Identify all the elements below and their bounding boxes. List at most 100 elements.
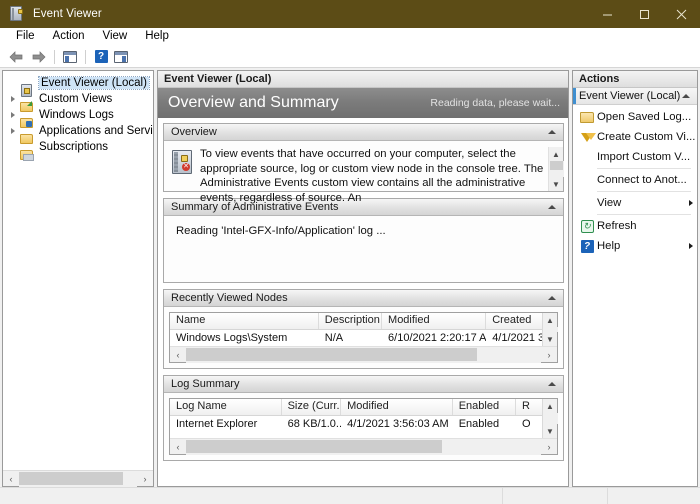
minimize-button[interactable] [589,0,626,28]
scroll-track[interactable] [542,413,558,424]
column-header-retention[interactable]: R [516,399,542,415]
action-import-custom-view[interactable]: Import Custom V... [573,147,697,167]
scroll-thumb[interactable] [549,161,563,170]
action-label: Connect to Anot... [597,174,687,186]
collapse-chevron-icon[interactable] [548,296,556,300]
collapse-chevron-icon[interactable] [548,130,556,134]
menu-bar: File Action View Help [0,28,700,46]
scroll-down-arrow-icon[interactable]: ▼ [549,177,564,191]
help-icon[interactable]: ? [91,48,111,66]
scroll-left-arrow-icon[interactable]: ‹ [170,347,186,363]
collapse-chevron-icon[interactable] [682,94,690,98]
section-body: Log Name Size (Curr... Modified Enabled … [164,393,563,460]
main-body: Event Viewer (Local) Custom Views Window… [0,68,700,487]
action-connect-to-another-computer[interactable]: Connect to Anot... [573,170,697,190]
scroll-track[interactable] [548,161,564,177]
scroll-down-arrow-icon[interactable]: ▼ [543,424,558,438]
cell-log-name [170,432,282,438]
section-header[interactable]: Overview [164,124,563,141]
action-view[interactable]: View [573,193,697,213]
scroll-track[interactable] [186,438,541,455]
show-hide-action-pane-icon[interactable] [111,48,131,66]
status-bar [0,487,700,504]
close-button[interactable] [663,0,700,28]
scroll-thumb[interactable] [19,471,123,485]
collapse-chevron-icon[interactable] [548,382,556,386]
section-header[interactable]: Recently Viewed Nodes [164,290,563,307]
event-viewer-window: Event Viewer File Action View Help ? Eve… [0,0,700,504]
table-header-row: Name Description Modified Created [170,313,542,330]
column-header-name[interactable]: Name [170,313,319,329]
scroll-right-arrow-icon[interactable]: › [541,439,557,455]
menu-help[interactable]: Help [136,29,178,44]
tree-item-event-viewer-local[interactable]: Event Viewer (Local) [3,75,153,97]
column-header-modified[interactable]: Modified [341,399,453,415]
action-label: Help [597,240,621,252]
table-row-partial[interactable] [170,432,542,438]
tree-item-label: Subscriptions [39,141,109,153]
actions-group-header[interactable]: Event Viewer (Local) [573,88,697,105]
action-open-saved-log[interactable]: Open Saved Log... [573,107,697,127]
actions-list: Open Saved Log... Create Custom Vi... Im… [573,105,697,256]
maximize-button[interactable] [626,0,663,28]
status-bar-segment-2 [502,488,607,504]
scroll-up-arrow-icon[interactable]: ▲ [543,313,558,327]
menu-view[interactable]: View [94,29,137,44]
help-icon: ? [577,239,597,253]
table-vertical-scrollbar[interactable]: ▲ ▼ [542,313,558,346]
section-header[interactable]: Log Summary [164,376,563,393]
tree-expander-icon[interactable] [7,128,19,134]
scroll-up-arrow-icon[interactable]: ▲ [543,399,558,413]
collapse-chevron-icon[interactable] [548,205,556,209]
tree-expander-icon[interactable] [7,96,19,102]
table-row[interactable]: Internet Explorer 68 KB/1.0... 4/1/2021 … [170,416,542,432]
cell-name: Windows Logs\System [176,332,288,344]
action-label: Create Custom Vi... [597,131,696,143]
show-hide-console-tree-icon[interactable] [60,48,80,66]
column-header-size[interactable]: Size (Curr... [282,399,342,415]
menu-file[interactable]: File [7,29,44,44]
tree-horizontal-scrollbar[interactable]: ‹ › [3,470,153,487]
section-recently-viewed-nodes: Recently Viewed Nodes Name Description M… [163,289,564,369]
scroll-up-arrow-icon[interactable]: ▲ [549,147,564,161]
forward-arrow-icon[interactable] [27,48,49,66]
submenu-arrow-icon[interactable] [685,243,697,249]
scroll-track[interactable] [19,470,137,487]
scroll-track[interactable] [186,346,541,363]
table-vertical-scrollbar[interactable]: ▲ ▼ [542,399,558,438]
column-header-created[interactable]: Created [486,313,542,329]
table-horizontal-scrollbar[interactable]: ‹ › [170,438,557,455]
window-title: Event Viewer [33,8,102,20]
table-row[interactable]: Windows Logs\System N/A 6/10/2021 2:20:1… [170,330,542,346]
column-header-description[interactable]: Description [319,313,383,329]
recently-viewed-nodes-table: Name Description Modified Created Window… [169,312,558,363]
scroll-down-arrow-icon[interactable]: ▼ [543,332,558,346]
menu-action[interactable]: Action [44,29,94,44]
status-bar-segment-main [0,488,502,504]
submenu-arrow-icon[interactable] [685,200,697,206]
scroll-left-arrow-icon[interactable]: ‹ [170,439,186,455]
section-body: ✕ To view events that have occurred on y… [164,141,564,204]
scroll-right-arrow-icon[interactable]: › [541,347,557,363]
scroll-thumb[interactable] [186,439,442,453]
status-bar-segment-3 [607,488,700,504]
overview-vertical-scrollbar[interactable]: ▲ ▼ [548,147,564,191]
scroll-left-arrow-icon[interactable]: ‹ [3,471,19,487]
scroll-thumb[interactable] [186,347,478,361]
column-header-modified[interactable]: Modified [382,313,487,329]
column-header-enabled[interactable]: Enabled [453,399,516,415]
action-refresh[interactable]: ↻ Refresh [573,216,697,236]
back-arrow-icon[interactable] [5,48,27,66]
column-header-log-name[interactable]: Log Name [170,399,282,415]
actions-divider [597,191,691,192]
scroll-track[interactable] [542,327,558,332]
action-help[interactable]: ? Help [573,236,697,256]
scroll-right-arrow-icon[interactable]: › [137,471,153,487]
actions-group-title: Event Viewer (Local) [579,90,681,102]
tree-item-label: Windows Logs [39,109,114,121]
tree-item-label: Event Viewer (Local) [38,76,150,90]
tree-expander-icon[interactable] [7,112,19,118]
action-create-custom-view[interactable]: Create Custom Vi... [573,127,697,147]
table-horizontal-scrollbar[interactable]: ‹ › [170,346,557,363]
cell-modified: 4/1/2021 3:56:03 AM [347,418,449,430]
